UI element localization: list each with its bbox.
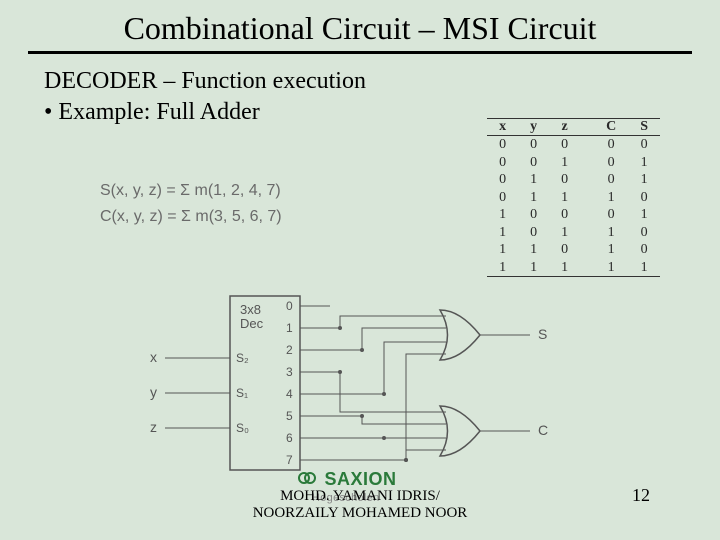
- title-underline: [28, 51, 692, 54]
- svg-text:y: y: [150, 384, 157, 400]
- th-s: S: [628, 119, 660, 136]
- th-c: C: [580, 119, 628, 136]
- subtitle: DECODER – Function execution: [44, 68, 720, 95]
- truth-table: x y z C S 000000010101001011101000110110…: [487, 118, 660, 277]
- svg-text:2: 2: [286, 343, 293, 357]
- svg-text:7: 7: [286, 453, 293, 467]
- or-gate-c: C: [440, 406, 548, 456]
- th-y: y: [518, 119, 549, 136]
- or-gate-s: S: [440, 310, 547, 360]
- svg-text:3: 3: [286, 365, 293, 379]
- svg-text:S₁: S₁: [236, 386, 248, 400]
- formulas: S(x, y, z) = Σ m(1, 2, 4, 7) C(x, y, z) …: [100, 178, 282, 229]
- svg-text:0: 0: [286, 299, 293, 313]
- decoder-line2: Dec: [240, 316, 264, 331]
- table-row: 00000: [487, 136, 660, 154]
- svg-text:z: z: [150, 419, 157, 435]
- circuit-diagram: 3x8 Dec x S₂ y S₁ z S₀ 0 1 2 3 4 5 6 7 S C: [120, 288, 560, 478]
- table-row: 01110: [487, 189, 660, 207]
- svg-text:S₂: S₂: [236, 351, 249, 365]
- table-row: 10110: [487, 224, 660, 242]
- th-x: x: [487, 119, 518, 136]
- svg-text:5: 5: [286, 409, 293, 423]
- svg-text:C: C: [538, 422, 548, 438]
- th-z: z: [549, 119, 580, 136]
- svg-text:6: 6: [286, 431, 293, 445]
- formula-c: C(x, y, z) = Σ m(3, 5, 6, 7): [100, 204, 282, 230]
- svg-text:1: 1: [286, 321, 293, 335]
- page-title: Combinational Circuit – MSI Circuit: [0, 0, 720, 47]
- svg-text:x: x: [150, 349, 157, 365]
- table-row: 00101: [487, 154, 660, 172]
- table-row: 10001: [487, 206, 660, 224]
- svg-text:S₀: S₀: [236, 421, 249, 435]
- decoder-line1: 3x8: [240, 302, 261, 317]
- table-row: 11111: [487, 259, 660, 277]
- brand: SAXION: [324, 469, 396, 489]
- table-row: 01001: [487, 171, 660, 189]
- formula-s: S(x, y, z) = Σ m(1, 2, 4, 7): [100, 178, 282, 204]
- svg-text:S: S: [538, 326, 547, 342]
- table-row: 11010: [487, 241, 660, 259]
- svg-text:4: 4: [286, 387, 293, 401]
- footer-credit: MOHD. YAMANI IDRIS/ NOORZAILY MOHAMED NO…: [0, 488, 720, 523]
- page-number: 12: [632, 485, 650, 506]
